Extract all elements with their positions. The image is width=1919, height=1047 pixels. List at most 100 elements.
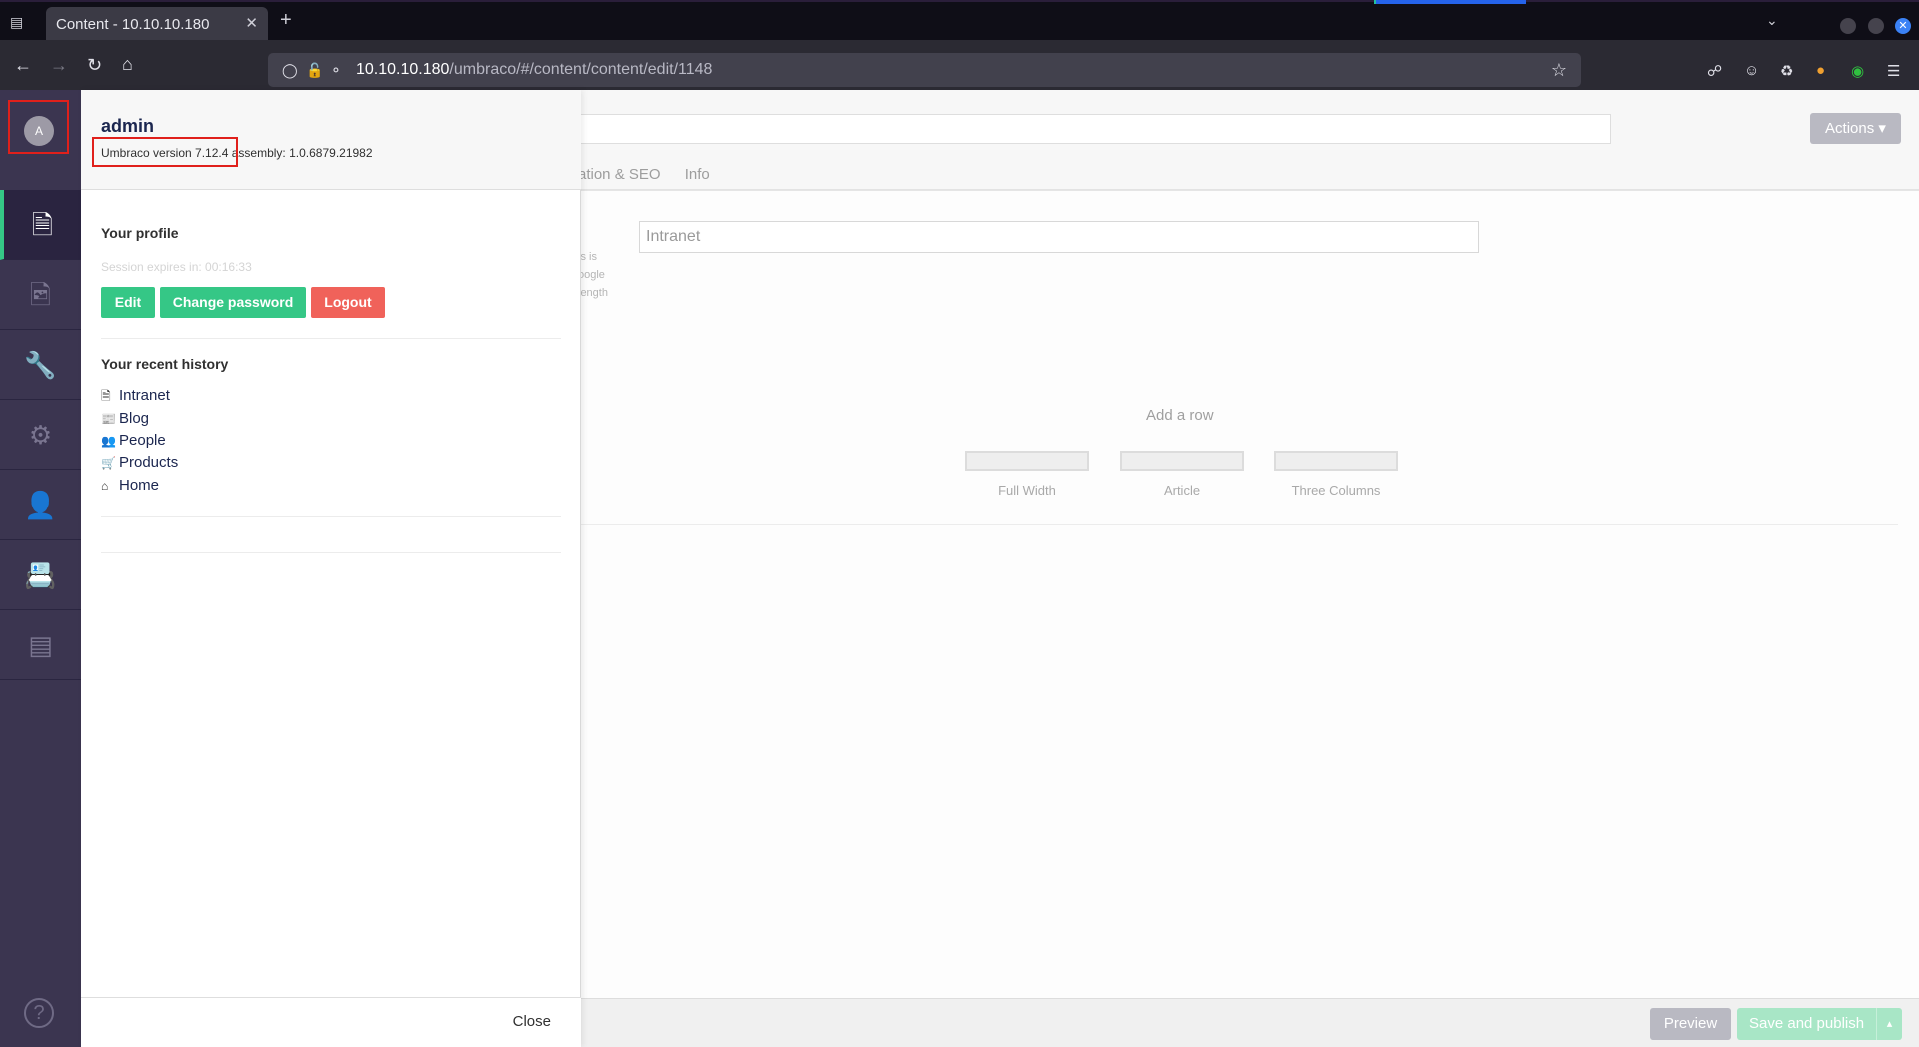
tab-list-icon[interactable]: ▤ [10, 14, 28, 30]
section-developer[interactable]: 🔧 [0, 330, 81, 400]
home-icon: ⌂ [101, 479, 109, 493]
layout-preview [965, 451, 1089, 471]
chevron-down-icon[interactable]: ⌄ [1766, 12, 1778, 29]
description-line: is is [578, 251, 597, 263]
history-item-products[interactable]: 🛒 Products [101, 454, 178, 471]
browser-tab-bar: ▤ Content - 10.10.10.180 ✕ + ⌄ ✕ [0, 0, 1919, 40]
gear-icon: ⚙ [28, 420, 53, 450]
section-content[interactable]: 🗎 [0, 190, 81, 260]
history-label: Intranet [119, 387, 170, 404]
profile-heading: Your profile [101, 225, 179, 241]
key-icon[interactable]: ⚬ [330, 62, 342, 79]
logout-button[interactable]: Logout [311, 287, 385, 318]
layout-three-columns[interactable]: Three Columns [1271, 451, 1401, 498]
editor-tabs: ation & SEO Info [578, 166, 730, 183]
activity-indicator-bar [1376, 0, 1526, 4]
layout-preview [1274, 451, 1398, 471]
user-icon: 👤 [24, 490, 57, 520]
home-icon[interactable]: ⌂ [122, 54, 133, 74]
editor-panel [578, 190, 1919, 998]
section-users[interactable]: 👤 [0, 470, 81, 540]
help-icon[interactable]: ? [24, 998, 54, 1028]
divider [101, 552, 561, 553]
layout-full-width[interactable]: Full Width [962, 451, 1092, 498]
shield-icon[interactable]: ◯ [282, 62, 298, 79]
account-icon[interactable]: ☺ [1744, 62, 1759, 79]
history-item-blog[interactable]: 📰 Blog [101, 410, 149, 427]
section-media[interactable]: 🖻 [0, 260, 81, 330]
forward-icon[interactable]: → [50, 55, 68, 75]
user-panel-footer: Close [81, 997, 581, 1047]
publish-label: Save and publish [1749, 1015, 1865, 1032]
tab-navigation-seo[interactable]: ation & SEO [578, 166, 661, 183]
layout-label: Article [1163, 483, 1201, 498]
bookmark-star-icon[interactable]: ☆ [1551, 60, 1567, 81]
grid-divider [578, 524, 1898, 525]
tab-close-icon[interactable]: ✕ [245, 14, 258, 32]
section-members[interactable]: 📇 [0, 540, 81, 610]
window-close-button[interactable]: ✕ [1895, 18, 1911, 34]
section-forms[interactable]: ▤ [0, 610, 81, 680]
title-field[interactable]: Intranet [639, 221, 1479, 253]
user-panel-header: admin Umbraco version 7.12.4 assembly: 1… [81, 90, 581, 190]
edit-profile-button[interactable]: Edit [101, 287, 155, 318]
save-and-publish-button[interactable]: Save and publish ▴ [1737, 1008, 1902, 1040]
caret-up-icon[interactable]: ▴ [1876, 1008, 1902, 1040]
layout-preview [1120, 451, 1244, 471]
extension-m-icon[interactable]: ◉ [1851, 62, 1864, 80]
actions-button[interactable]: Actions ▾ [1810, 113, 1901, 144]
image-icon: 🖻 [30, 280, 51, 310]
history-label: People [119, 432, 166, 449]
url-path: /umbraco/#/content/content/edit/1148 [449, 61, 713, 78]
document-icon: 🗎 [32, 210, 53, 240]
history-item-home[interactable]: ⌂ Home [101, 477, 159, 494]
lock-icon[interactable]: 🔓 [306, 62, 323, 79]
tab-title: Content - 10.10.10.180 [56, 16, 210, 33]
node-name-input[interactable] [497, 114, 1611, 144]
wrench-icon: 🔧 [24, 350, 57, 380]
change-password-button[interactable]: Change password [160, 287, 306, 318]
preview-button[interactable]: Preview [1650, 1008, 1731, 1040]
history-label: Products [119, 454, 179, 471]
divider [101, 338, 561, 339]
url-host: 10.10.10.180 [356, 61, 450, 78]
minimize-button[interactable] [1840, 18, 1856, 34]
url-text: 10.10.10.180/umbraco/#/content/content/e… [356, 61, 712, 79]
history-heading: Your recent history [101, 356, 229, 372]
description-line: oogle [578, 269, 605, 281]
pocket-icon[interactable]: ☍ [1707, 62, 1722, 80]
tabbar-top-line [0, 0, 1919, 2]
history-item-intranet[interactable]: 🗎 Intranet [101, 387, 170, 408]
forms-icon: ▤ [28, 630, 53, 660]
history-item-people[interactable]: 👥 People [101, 432, 166, 449]
tab-info[interactable]: Info [685, 166, 710, 183]
version-highlight [92, 137, 238, 167]
section-settings[interactable]: ⚙ [0, 400, 81, 470]
add-row-label: Add a row [1146, 407, 1214, 424]
id-card-icon: 📇 [24, 560, 57, 590]
newspaper-icon: 📰 [101, 412, 116, 426]
reload-icon[interactable]: ↻ [87, 55, 102, 75]
new-tab-button[interactable]: + [280, 10, 292, 30]
layout-article[interactable]: Article [1117, 451, 1247, 498]
actions-label: Actions [1825, 120, 1875, 137]
session-expiry: Session expires in: 00:16:33 [101, 260, 252, 274]
user-name: admin [101, 116, 155, 136]
avatar[interactable]: A [24, 116, 54, 146]
history-label: Home [119, 477, 160, 494]
users-icon: 👥 [101, 434, 116, 448]
document-icon: 🗎 [101, 389, 111, 403]
back-icon[interactable]: ← [14, 55, 32, 75]
extension-fox-icon[interactable]: ● [1816, 62, 1825, 79]
maximize-button[interactable] [1868, 18, 1884, 34]
layout-label: Full Width [998, 483, 1056, 498]
extensions-icon[interactable]: ♻ [1780, 62, 1793, 80]
close-button[interactable]: Close [513, 1013, 551, 1030]
layout-label: Three Columns [1291, 483, 1381, 498]
menu-icon[interactable]: ☰ [1887, 62, 1900, 80]
assembly-version: assembly: 1.0.6879.21982 [231, 146, 373, 160]
field-description: is is oogle length [578, 248, 608, 302]
url-bar[interactable]: ◯ 🔓 ⚬ 10.10.10.180/umbraco/#/content/con… [268, 53, 1581, 87]
browser-tab[interactable]: Content - 10.10.10.180 ✕ [46, 7, 268, 40]
history-label: Blog [119, 410, 150, 427]
